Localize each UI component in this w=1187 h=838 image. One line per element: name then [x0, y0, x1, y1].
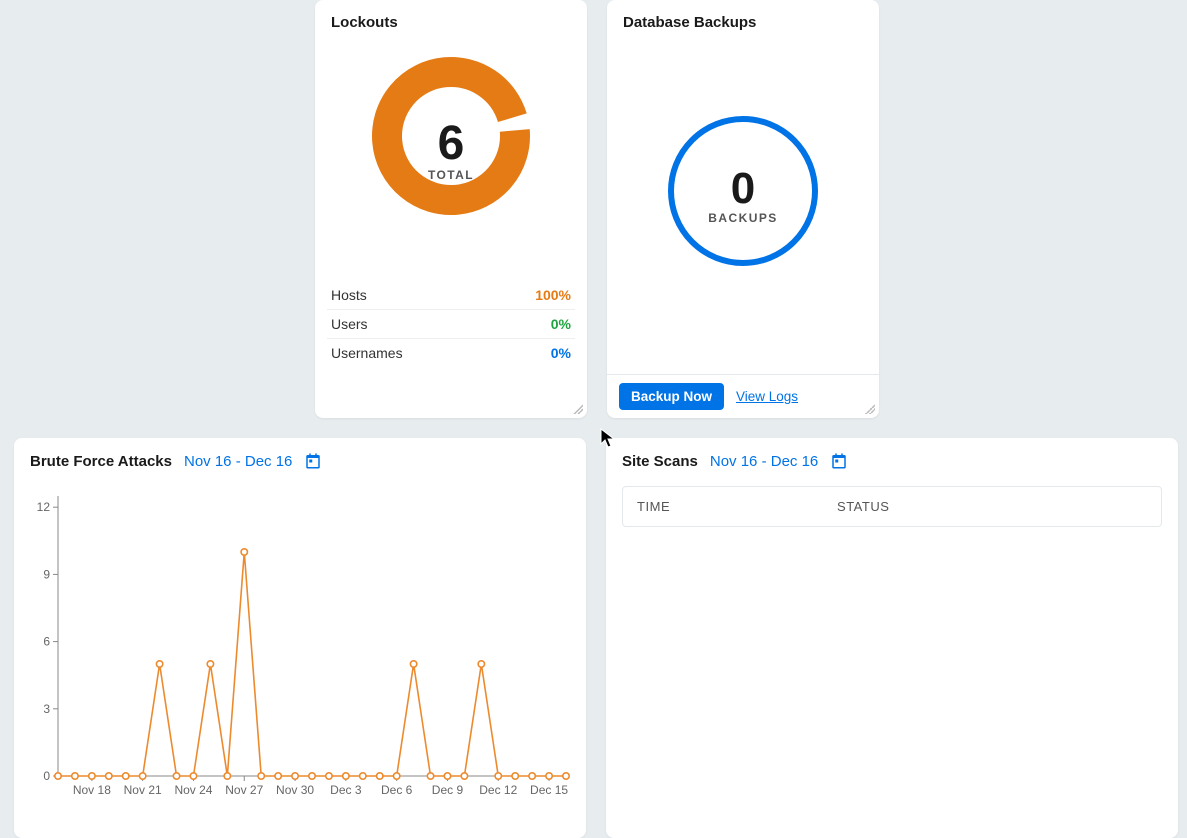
site-scans-card: Site Scans Nov 16 - Dec 16 TIME STATUS — [606, 438, 1178, 838]
svg-text:Dec 3: Dec 3 — [330, 783, 362, 797]
svg-text:Nov 30: Nov 30 — [276, 783, 314, 797]
svg-text:3: 3 — [43, 702, 50, 716]
view-logs-link[interactable]: View Logs — [736, 389, 798, 404]
site-scans-table-header: TIME STATUS — [622, 486, 1162, 527]
svg-text:Dec 6: Dec 6 — [381, 783, 413, 797]
lockouts-row-label: Users — [331, 316, 368, 332]
backups-card: Database Backups 0 BACKUPS Backup Now Vi… — [607, 0, 879, 418]
backups-title: Database Backups — [607, 0, 879, 31]
bruteforce-title: Brute Force Attacks — [30, 453, 172, 470]
bruteforce-card: Brute Force Attacks Nov 16 - Dec 16 0 3 6 9… — [14, 438, 586, 838]
lockouts-row-label: Usernames — [331, 345, 403, 361]
svg-text:9: 9 — [43, 567, 50, 581]
lockouts-title: Lockouts — [315, 0, 587, 31]
lockouts-row-usernames: Usernames 0% — [327, 339, 575, 367]
backups-count-label: BACKUPS — [708, 211, 777, 225]
backups-ring: 0 BACKUPS — [607, 111, 879, 281]
lockouts-card: Lockouts 6 TOTAL Hosts 100% Users 0% Use… — [315, 0, 587, 418]
lockouts-donut: 6 TOTAL — [315, 51, 587, 251]
backup-now-button[interactable]: Backup Now — [619, 383, 724, 410]
backups-count: 0 — [708, 167, 777, 211]
col-status: STATUS — [837, 499, 889, 514]
bruteforce-chart: 0 3 6 9 12 Nov 18 Nov 21 Nov 24 Nov 27 Nov 30 Dec … — [22, 486, 578, 806]
bruteforce-range[interactable]: Nov 16 - Dec 16 — [184, 453, 292, 470]
svg-text:Dec 15: Dec 15 — [530, 783, 568, 797]
site-scans-range[interactable]: Nov 16 - Dec 16 — [710, 453, 818, 470]
lockouts-row-users: Users 0% — [327, 310, 575, 339]
lockouts-row-label: Hosts — [331, 287, 367, 303]
calendar-icon[interactable] — [830, 452, 848, 470]
svg-text:Nov 27: Nov 27 — [225, 783, 263, 797]
svg-text:Nov 18: Nov 18 — [73, 783, 111, 797]
svg-text:Nov 21: Nov 21 — [124, 783, 162, 797]
cursor-icon — [600, 428, 616, 448]
lockouts-total-label: TOTAL — [428, 168, 474, 182]
lockouts-row-value: 0% — [551, 345, 571, 361]
svg-text:6: 6 — [43, 635, 50, 649]
lockouts-row-value: 0% — [551, 316, 571, 332]
resize-handle-icon[interactable] — [865, 404, 875, 414]
site-scans-title: Site Scans — [622, 453, 698, 470]
lockouts-stats: Hosts 100% Users 0% Usernames 0% — [327, 281, 575, 367]
svg-text:Dec 12: Dec 12 — [479, 783, 517, 797]
col-time: TIME — [637, 499, 837, 514]
lockouts-row-hosts: Hosts 100% — [327, 281, 575, 310]
svg-text:0: 0 — [43, 769, 50, 783]
lockouts-row-value: 100% — [535, 287, 571, 303]
svg-text:12: 12 — [37, 500, 51, 514]
calendar-icon[interactable] — [304, 452, 322, 470]
svg-text:Dec 9: Dec 9 — [432, 783, 464, 797]
svg-text:Nov 24: Nov 24 — [174, 783, 212, 797]
resize-handle-icon[interactable] — [573, 404, 583, 414]
lockouts-total-value: 6 — [428, 120, 474, 168]
